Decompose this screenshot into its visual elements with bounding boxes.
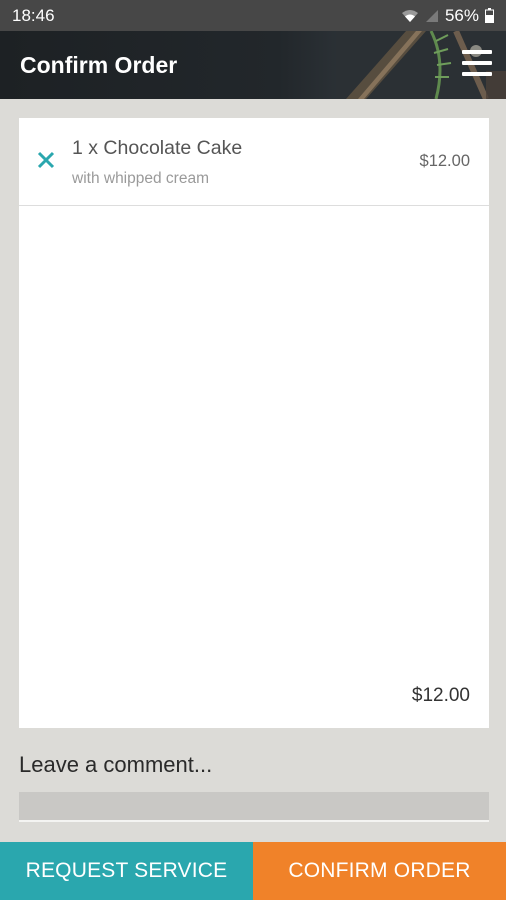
confirm-order-button[interactable]: CONFIRM ORDER (253, 842, 506, 900)
order-item-price: $12.00 (419, 152, 470, 170)
close-icon[interactable] (35, 149, 57, 171)
order-item-name: 1 x Chocolate Cake (72, 137, 243, 159)
comment-input[interactable] (19, 792, 489, 822)
hamburger-menu-icon[interactable] (462, 50, 492, 76)
order-card: 1 x Chocolate Cake with whipped cream $1… (19, 118, 489, 728)
wifi-icon (401, 9, 418, 22)
signal-icon (425, 9, 438, 22)
order-total: $12.00 (411, 685, 470, 706)
battery-icon (485, 8, 494, 23)
bottom-action-bar: REQUEST SERVICE CONFIRM ORDER (0, 842, 506, 900)
request-service-button[interactable]: REQUEST SERVICE (0, 842, 253, 900)
order-item: 1 x Chocolate Cake with whipped cream $1… (19, 118, 489, 206)
app-bar: Confirm Order (0, 31, 506, 99)
battery-level: 56% (444, 5, 479, 25)
status-time: 18:46 (12, 5, 55, 25)
status-bar: 18:46 56% (0, 0, 506, 31)
page-title: Confirm Order (20, 52, 178, 78)
status-icons: 56% (401, 6, 494, 26)
comment-label: Leave a comment... (19, 752, 213, 777)
order-item-note: with whipped cream (72, 170, 209, 187)
